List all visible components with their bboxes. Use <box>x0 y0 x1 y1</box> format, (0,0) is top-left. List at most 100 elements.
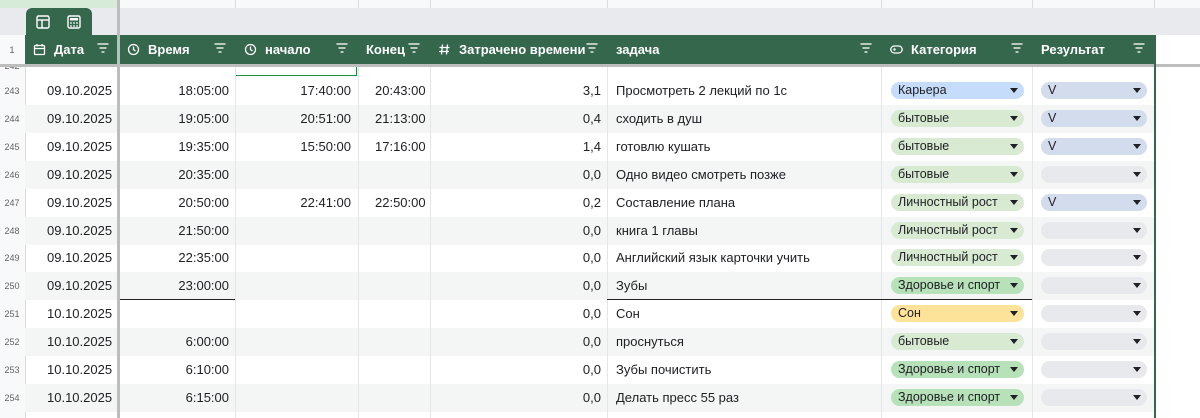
end-cell[interactable] <box>375 356 435 384</box>
row-number[interactable]: 245 <box>0 142 24 152</box>
chevron-down-icon[interactable] <box>1010 339 1018 345</box>
column-header-date[interactable]: Дата <box>25 35 119 64</box>
column-header-end[interactable]: Конец <box>358 35 430 64</box>
category-chip[interactable]: Здоровье и спорт <box>891 388 1024 406</box>
result-chip[interactable] <box>1041 165 1147 183</box>
row-number[interactable]: 244 <box>0 114 24 124</box>
table-row[interactable]: 09.10.2025 19:05:00 20:51:00 21:13:00 0,4 схо… <box>25 104 1155 133</box>
column-header-spent[interactable]: Затрачено времени <box>430 35 608 64</box>
end-cell[interactable] <box>375 300 435 328</box>
table-icon[interactable] <box>31 12 55 32</box>
result-chip[interactable] <box>1041 305 1147 323</box>
chevron-down-icon[interactable] <box>1010 283 1018 289</box>
category-chip[interactable]: Личностный рост <box>891 221 1024 239</box>
filter-icon[interactable] <box>586 43 598 53</box>
spent-cell[interactable]: 0,0 <box>430 161 601 189</box>
start-cell[interactable] <box>236 217 351 245</box>
filter-icon[interactable] <box>1133 43 1145 53</box>
time-cell[interactable]: 19:05:00 <box>119 105 229 133</box>
start-cell[interactable] <box>236 328 351 356</box>
chevron-down-icon[interactable] <box>1010 367 1018 372</box>
spent-cell[interactable]: 0,2 <box>430 189 601 217</box>
result-chip[interactable] <box>1041 361 1147 378</box>
chevron-down-icon[interactable] <box>1010 227 1018 233</box>
time-cell[interactable]: 20:50:00 <box>119 189 229 217</box>
table-row[interactable]: 10.10.2025 6:15:00 0,0 Делать пресс 55 раз З… <box>25 383 1155 412</box>
time-cell[interactable]: 6:15:00 <box>119 384 229 412</box>
table-row[interactable]: 09.10.2025 18:05:00 17:40:00 20:43:00 3,1 Про… <box>25 77 1155 105</box>
task-cell[interactable]: готовлю кушать <box>616 133 878 161</box>
table-row[interactable]: 10.10.2025 6:10:00 0,0 Зубы почистить Здоров… <box>25 356 1155 384</box>
chevron-down-icon[interactable] <box>1133 255 1141 261</box>
chevron-down-icon[interactable] <box>1010 143 1018 149</box>
category-chip[interactable]: бытовые <box>891 333 1024 351</box>
chevron-down-icon[interactable] <box>1010 255 1018 261</box>
result-chip[interactable] <box>1041 388 1147 406</box>
start-cell[interactable] <box>236 356 351 384</box>
task-cell[interactable]: книга 1 главы <box>616 217 878 245</box>
column-header-task[interactable]: задача <box>608 35 882 64</box>
time-cell[interactable]: 22:35:00 <box>119 244 229 272</box>
time-cell[interactable]: 23:00:00 <box>119 272 229 300</box>
table-row[interactable]: 10.10.2025 0,0 Сон Сон <box>25 300 1155 328</box>
end-cell[interactable] <box>375 328 435 356</box>
table-row[interactable]: 09.10.2025 20:35:00 0,0 Одно видео смотреть… <box>25 160 1155 189</box>
start-cell[interactable] <box>236 300 351 328</box>
chevron-down-icon[interactable] <box>1133 143 1141 149</box>
start-cell[interactable] <box>236 272 351 300</box>
start-cell[interactable]: 20:51:00 <box>236 105 351 133</box>
end-cell[interactable]: 17:16:00 <box>375 133 435 161</box>
time-cell[interactable]: 21:50:00 <box>119 217 229 245</box>
chevron-down-icon[interactable] <box>1133 367 1141 372</box>
row-number[interactable]: 254 <box>0 393 24 403</box>
start-cell[interactable] <box>236 161 351 189</box>
result-chip[interactable]: V <box>1041 109 1147 127</box>
filter-icon[interactable] <box>336 43 348 53</box>
chevron-down-icon[interactable] <box>1010 171 1018 177</box>
category-chip[interactable]: бытовые <box>891 137 1024 155</box>
end-cell[interactable]: 20:43:00 <box>375 77 435 105</box>
time-cell[interactable] <box>119 300 229 328</box>
row-number[interactable]: 1 <box>0 45 24 55</box>
category-chip[interactable]: Сон <box>891 305 1024 323</box>
task-cell[interactable]: Составление плана <box>616 189 878 217</box>
spent-cell[interactable]: 0,0 <box>430 217 601 245</box>
chevron-down-icon[interactable] <box>1133 227 1141 233</box>
task-cell[interactable]: Зубы <box>616 272 878 300</box>
end-cell[interactable] <box>375 217 435 245</box>
spent-cell[interactable]: 0,0 <box>430 244 601 272</box>
row-number[interactable]: 249 <box>0 253 24 263</box>
end-cell[interactable]: 21:13:00 <box>375 105 435 133</box>
task-cell[interactable]: Делать пресс 55 раз <box>616 384 878 412</box>
row-number[interactable]: 248 <box>0 226 24 236</box>
end-cell[interactable] <box>375 272 435 300</box>
category-chip[interactable]: Личностный рост <box>891 193 1024 211</box>
row-number[interactable]: 246 <box>0 170 24 180</box>
filter-icon[interactable] <box>214 43 226 53</box>
chevron-down-icon[interactable] <box>1133 394 1141 400</box>
end-cell[interactable] <box>375 161 435 189</box>
frozen-column-divider[interactable] <box>117 0 120 418</box>
category-chip[interactable]: Здоровье и спорт <box>891 361 1024 378</box>
end-cell[interactable] <box>375 244 435 272</box>
spent-cell[interactable]: 0,0 <box>430 356 601 384</box>
column-header-time[interactable]: Время <box>119 35 236 64</box>
category-chip[interactable]: Здоровье и спорт <box>891 277 1024 295</box>
end-cell[interactable]: 22:50:00 <box>375 189 435 217</box>
category-chip[interactable]: бытовые <box>891 109 1024 127</box>
chevron-down-icon[interactable] <box>1010 394 1018 400</box>
frozen-row-divider[interactable] <box>0 64 1200 67</box>
filter-icon[interactable] <box>408 43 420 53</box>
column-header-category[interactable]: Категория <box>882 35 1033 64</box>
spent-cell[interactable]: 3,1 <box>430 77 601 105</box>
table-row[interactable]: 09.10.2025 21:50:00 0,0 книга 1 главы Личнос… <box>25 216 1155 245</box>
spent-cell[interactable]: 0,0 <box>430 384 601 412</box>
result-chip[interactable] <box>1041 221 1147 239</box>
spent-cell[interactable]: 0,0 <box>430 328 601 356</box>
task-cell[interactable]: Сон <box>616 300 878 328</box>
time-cell[interactable]: 19:35:00 <box>119 133 229 161</box>
chevron-down-icon[interactable] <box>1010 199 1018 205</box>
task-cell[interactable]: сходить в душ <box>616 105 878 133</box>
start-cell[interactable] <box>236 244 351 272</box>
time-cell[interactable]: 6:10:00 <box>119 356 229 384</box>
